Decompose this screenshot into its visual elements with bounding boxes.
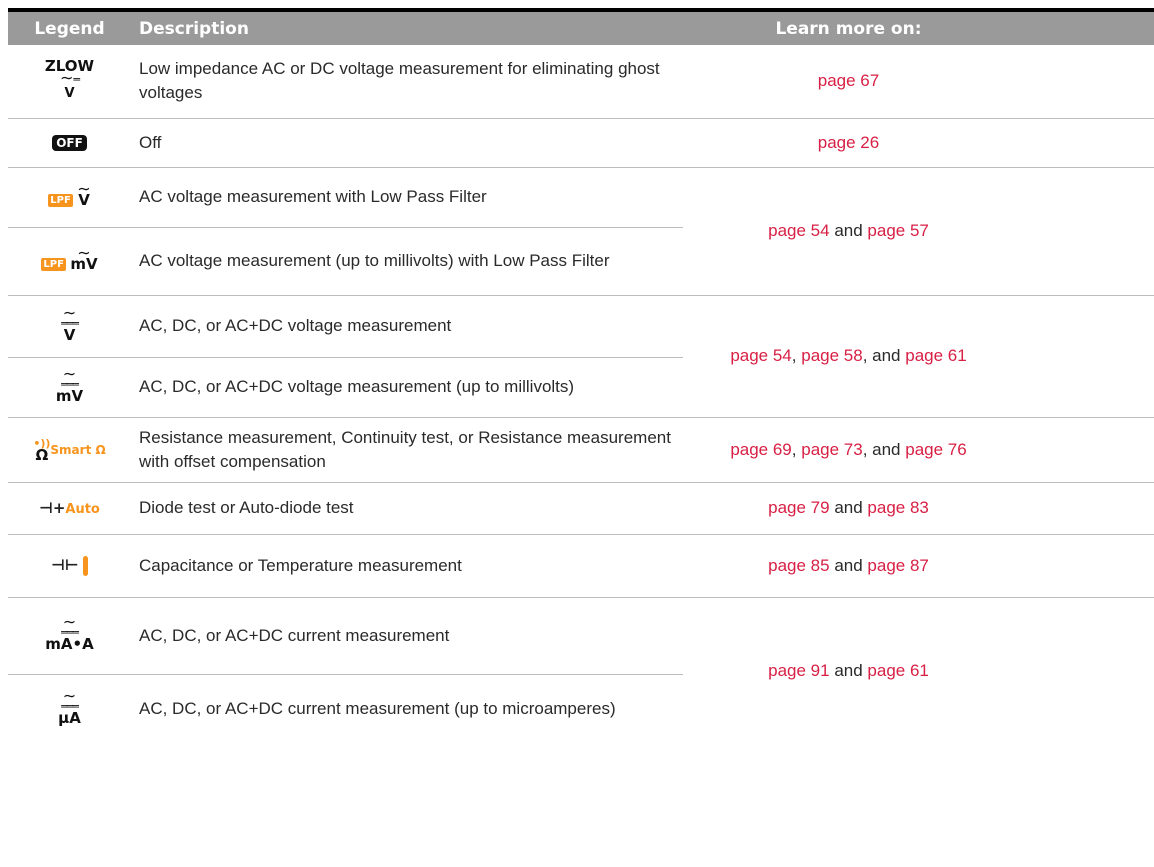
page-link[interactable]: page 79 [768,498,829,517]
resistance-smart-ohm-icon: •)) Ω Smart Ω [8,417,131,483]
table-row: LPF ∼ V AC voltage measurement with Low P… [8,167,1154,296]
page-link[interactable]: page 69 [730,440,791,459]
table-row: ⊣⊢ Capacitance or Temperature measuremen… [8,534,1154,598]
header-learn-more: Learn more on: [683,12,1154,45]
off-icon: OFF [52,134,87,151]
acdc-millivolt-icon: ∼ ═══ mV [8,357,131,418]
connector-text: , [791,346,797,365]
table-header: Legend Description Learn more on: [8,12,1154,45]
function-table: Legend Description Learn more on: ZLOW ∼… [8,12,1154,744]
page-link[interactable]: page 91 [768,661,829,680]
row-description: AC voltage measurement (up to millivolts… [131,227,683,296]
table-row: •)) Ω Smart Ω Resistance measurement, Cont… [8,417,1154,483]
header-description: Description [131,12,683,45]
row-description: AC voltage measurement with Low Pass Fil… [131,167,683,228]
connector-text: and [834,555,863,575]
connector-text: , and [862,346,901,365]
diode-auto-icon: ⊣+Auto [8,482,131,535]
lpf-ac-voltage-icon: LPF ∼ V [8,167,131,228]
acdc-microamp-icon: ∼ ═══ μA [58,685,81,727]
page-link[interactable]: page 61 [905,346,966,365]
table-row: ZLOW ∼═ V Low impedance AC or DC voltage… [8,45,1154,119]
connector-text: , [791,439,797,459]
page-link[interactable]: page 76 [905,440,966,459]
connector-text: and [834,660,863,680]
row-description: Resistance measurement, Continuity test,… [131,417,683,483]
page-link[interactable]: page 26 [818,133,879,152]
table-row: ∼ ═══ V AC, DC, or AC+DC voltage measureme… [8,295,1154,418]
acdc-current-icon: ∼ ═══ mA•A [8,597,131,675]
lpf-ac-millivolt-icon: LPF ∼ mV [8,227,131,296]
row-description: AC, DC, or AC+DC voltage measurement (up… [131,357,683,418]
connector-text: and [834,498,863,517]
page-link[interactable]: page 58 [801,346,862,365]
page-link[interactable]: page 61 [867,661,928,680]
row-description: AC, DC, or AC+DC current measurement (up… [139,699,616,719]
page-link[interactable]: page 54 [768,221,829,240]
page-link[interactable]: page 87 [867,556,928,575]
row-description: Off [131,118,683,168]
acdc-voltage-icon: ∼ ═══ V [8,295,131,358]
page-link[interactable]: page 83 [867,498,928,517]
capacitance-temperature-icon: ⊣⊢ [8,534,131,598]
row-description: AC, DC, or AC+DC voltage measurement [131,295,683,358]
table-row: ∼ ═══ mA•A AC, DC, or AC+DC current measur… [8,597,1154,680]
row-description: Diode test or Auto-diode test [131,482,683,535]
connector-text: and [834,221,863,240]
header-legend: Legend [8,12,131,45]
connector-text: , and [862,439,901,459]
zlow-voltage-icon: ZLOW ∼═ V [8,45,131,119]
row-description: AC, DC, or AC+DC current measurement [131,597,683,675]
page-link[interactable]: page 73 [801,440,862,459]
page-link[interactable]: page 67 [818,71,879,90]
table-row: OFF Off page 26 [8,118,1154,168]
page-link[interactable]: page 54 [730,346,791,365]
page-link[interactable]: page 57 [867,221,928,240]
table-row: ⊣+Auto Diode test or Auto-diode test pag… [8,482,1154,535]
row-description: Low impedance AC or DC voltage measureme… [131,45,683,119]
page-link[interactable]: page 85 [768,556,829,575]
row-description: Capacitance or Temperature measurement [131,534,683,598]
